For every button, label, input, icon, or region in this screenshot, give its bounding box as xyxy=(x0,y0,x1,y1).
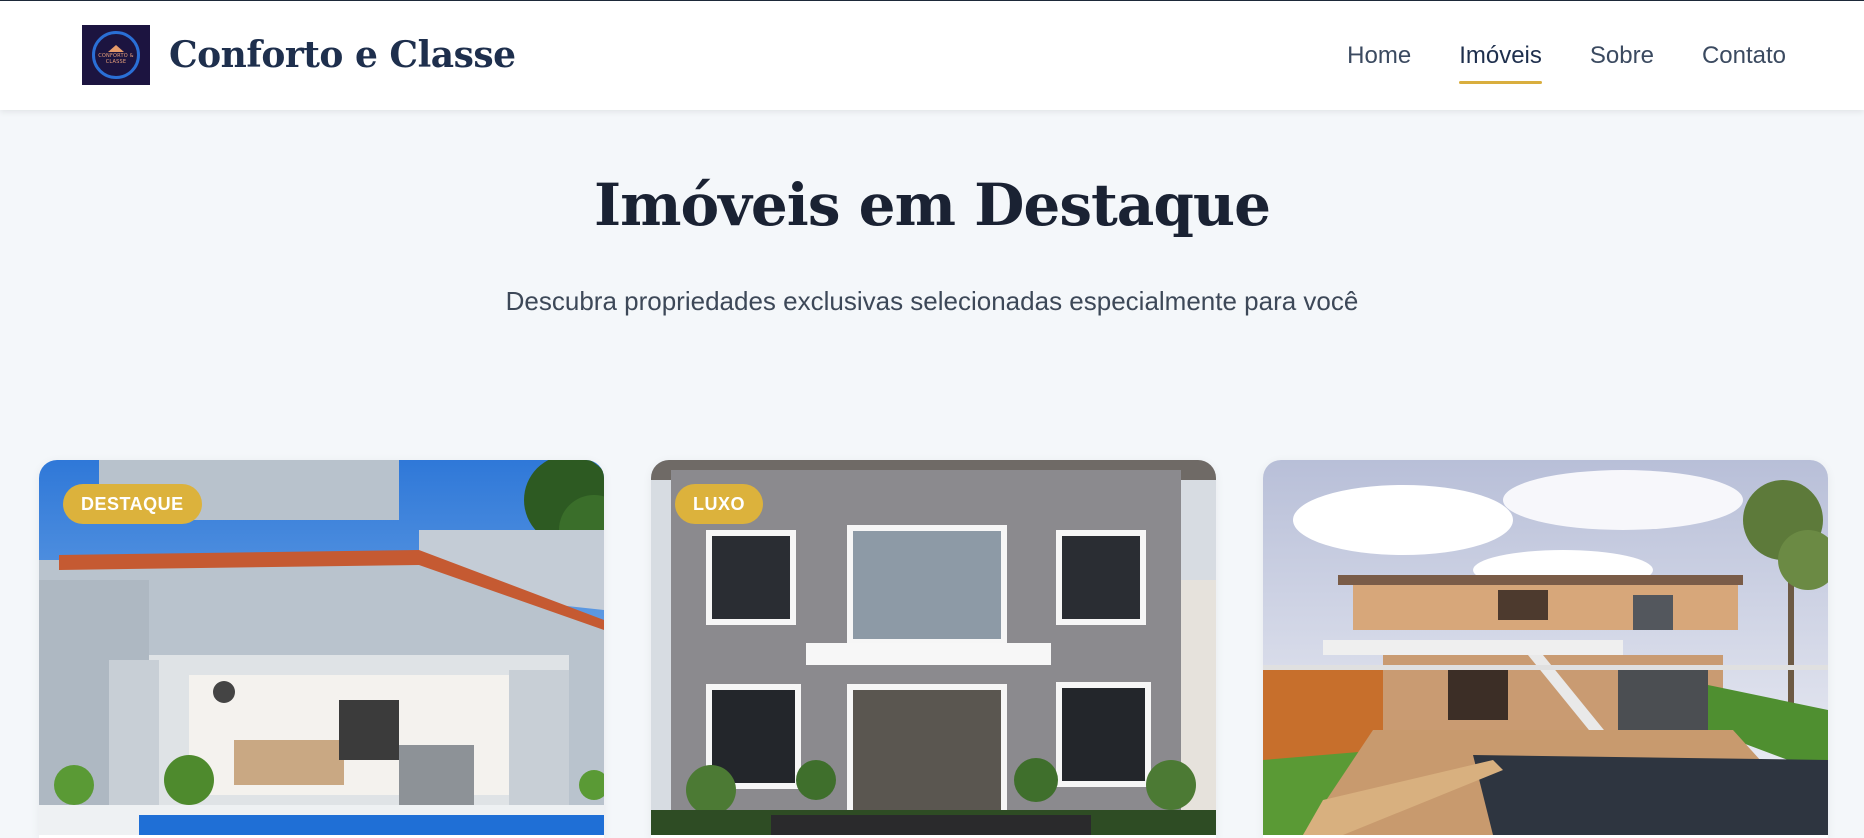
logo-icon: CONFORTO & CLASSE xyxy=(82,25,150,85)
property-badge: DESTAQUE xyxy=(63,484,202,524)
logo-text: CONFORTO & CLASSE xyxy=(98,53,134,65)
property-card-2[interactable]: LUXO xyxy=(651,460,1216,838)
page-subtitle: Descubra propriedades exclusivas selecio… xyxy=(505,286,1359,316)
brand-name: Conforto e Classe xyxy=(169,34,516,76)
brand[interactable]: CONFORTO & CLASSE Conforto e Classe xyxy=(82,25,516,85)
property-image xyxy=(1263,460,1828,835)
property-card-3[interactable] xyxy=(1263,460,1828,838)
nav-contato[interactable]: Contato xyxy=(1702,1,1786,110)
nav-home[interactable]: Home xyxy=(1347,1,1411,110)
nav-sobre[interactable]: Sobre xyxy=(1590,1,1654,110)
nav-imoveis[interactable]: Imóveis xyxy=(1459,1,1542,110)
main-nav: Home Imóveis Sobre Contato xyxy=(1299,1,1786,110)
page-title: Imóveis em Destaque xyxy=(594,171,1271,239)
property-card-1[interactable]: DESTAQUE xyxy=(39,460,604,838)
property-badge: LUXO xyxy=(675,484,764,524)
site-header: CONFORTO & CLASSE Conforto e Classe Home… xyxy=(0,1,1864,110)
